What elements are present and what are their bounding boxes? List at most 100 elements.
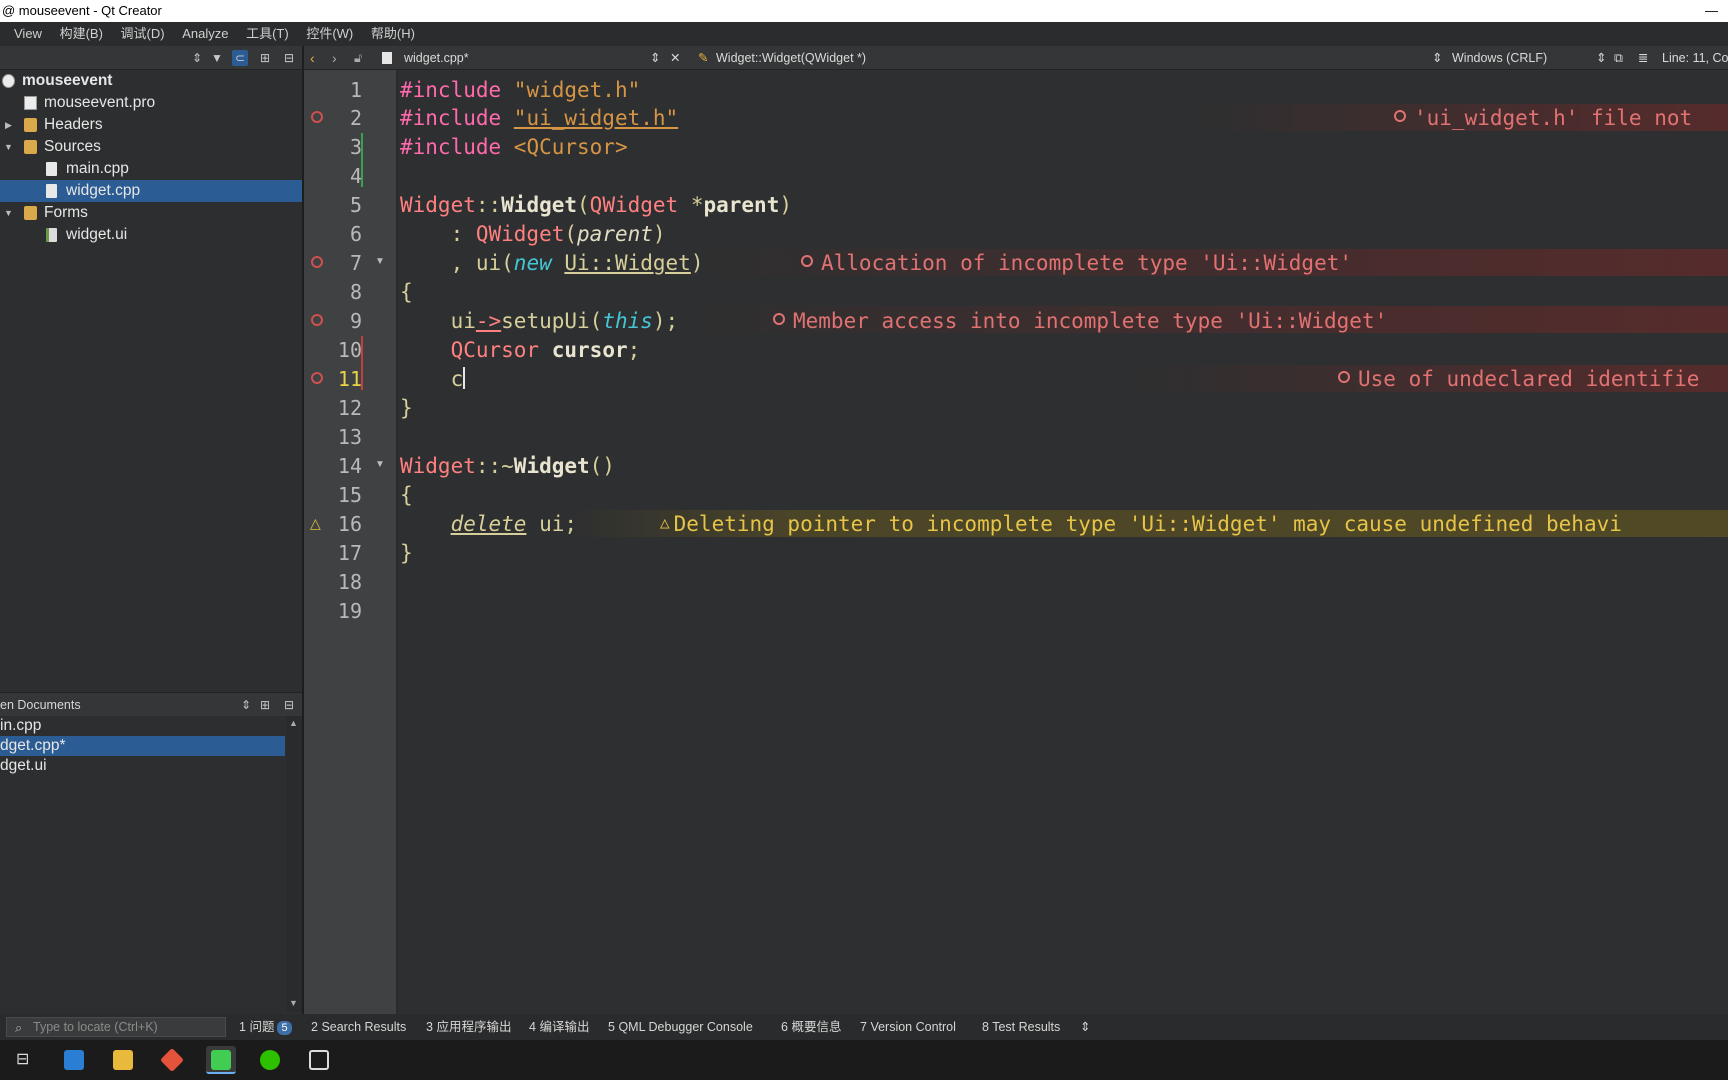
close-file-icon[interactable]: ✕ [670,46,680,70]
code-line: #include "widget.h" [400,78,641,102]
git-icon[interactable] [157,1046,187,1074]
split-icon[interactable]: ⊞ [257,50,273,66]
sort-icon[interactable]: ⇕ [238,697,254,713]
line-number: 13 [337,425,362,449]
output-tab-summary[interactable]: 6 概要信息 [781,1014,841,1040]
project-toolbar: ⇕ ▼ ⊂ ⊞ ⊟ [0,46,302,70]
error-marker-icon[interactable] [311,111,323,123]
line-number: 10 [337,338,362,362]
code-line: { [400,280,413,304]
menu-item-tools[interactable]: 工具(T) [239,22,296,46]
locator-placeholder: Type to locate (Ctrl+K) [33,1020,158,1034]
sort-icon[interactable]: ⇕ [189,50,205,66]
diagnostic-error[interactable]: Use of undeclared identifie [1338,365,1699,394]
output-tabs-arrows-icon[interactable]: ⇕ [1080,1014,1090,1040]
chevron-right-icon[interactable]: ▶ [5,114,12,136]
forward-icon[interactable]: › [332,46,337,70]
error-icon [1338,371,1350,383]
open-document-item[interactable]: dget.ui [0,756,285,776]
code-line: : QWidget(parent) [400,222,666,246]
output-tab-test-results[interactable]: 8 Test Results [982,1014,1060,1040]
tree-item-pro-file[interactable]: mouseevent.pro [0,92,302,114]
chevron-down-icon[interactable]: ▼ [4,202,13,224]
file-icon [46,162,57,176]
code-line: Widget::~Widget() [400,454,615,478]
menu-bar: View 构建(B) 调试(D) Analyze 工具(T) 控件(W) 帮助(… [0,22,1728,46]
task-view-icon[interactable]: ⊟ [9,1046,39,1074]
lock-icon[interactable]: 🔓︎ [354,46,362,70]
menu-item-build[interactable]: 构建(B) [53,22,110,46]
tree-item-main-cpp[interactable]: main.cpp [0,158,302,180]
line-ending-arrows-icon[interactable]: ⇕ [1596,46,1606,70]
error-marker-icon[interactable] [311,314,323,326]
line-number: 14 [337,454,362,478]
chevron-down-icon[interactable]: ▼ [4,136,13,158]
diagnostic-warning[interactable]: △ Deleting pointer to incomplete type 'Ui… [660,510,1622,539]
menu-item-help[interactable]: 帮助(H) [364,22,422,46]
store-icon[interactable] [59,1046,89,1074]
symbol-selector[interactable]: Widget::Widget(QWidget *) [716,46,866,70]
open-documents-scrollbar[interactable]: ▲ ▼ [286,716,302,1012]
close-panel-icon[interactable]: ⊟ [281,697,297,713]
scroll-up-icon[interactable]: ▲ [289,718,298,728]
split-editor-icon[interactable]: ⧉ [1614,46,1623,70]
error-icon [773,313,785,325]
file-selector[interactable]: widget.cpp* [404,46,469,70]
minimize-icon[interactable]: — [1705,0,1718,22]
tree-item-sources[interactable]: ▼ Sources [0,136,302,158]
output-tab-search-results[interactable]: 2 Search Results [311,1014,406,1040]
line-number: 3 [349,135,362,159]
output-tab-issues[interactable]: 1 问题 5 [239,1014,292,1040]
diagnostic-error[interactable]: Allocation of incomplete type 'Ui::Widge… [801,249,1352,278]
line-ending-selector[interactable]: Windows (CRLF) [1452,46,1547,70]
file-selector-arrows-icon[interactable]: ⇕ [650,46,660,70]
video-icon[interactable] [304,1046,334,1074]
output-tab-compile-output[interactable]: 4 编译输出 [529,1014,589,1040]
output-tab-qml-debugger[interactable]: 5 QML Debugger Console [608,1014,753,1040]
code-line: QCursor cursor; [450,338,641,362]
fold-arrow-icon[interactable]: ▼ [375,459,385,470]
close-panel-icon[interactable]: ⊟ [281,50,297,66]
output-tab-version-control[interactable]: 7 Version Control [860,1014,956,1040]
form-file-icon [46,228,57,242]
code-line-current[interactable]: c [400,365,466,394]
warning-marker-icon[interactable]: △ [310,516,321,530]
scroll-down-icon[interactable]: ▼ [289,998,298,1008]
tree-item-forms[interactable]: ▼ Forms [0,202,302,224]
code-line: ui->setupUi(this); [400,309,679,333]
filter-icon[interactable]: ▼ [209,50,225,66]
tree-item-widget-cpp[interactable]: widget.cpp [0,180,302,202]
code-line: Widget::Widget(QWidget *parent) [400,193,792,217]
cursor-position[interactable]: Line: 11, Co [1662,46,1728,70]
tree-item-project[interactable]: mouseevent [0,70,302,92]
open-document-item[interactable]: dget.cpp* [0,736,285,756]
diagnostic-error[interactable]: Member access into incomplete type 'Ui::… [773,307,1387,336]
tree-item-widget-ui[interactable]: widget.ui [0,224,302,246]
error-marker-icon[interactable] [311,256,323,268]
qt-creator-icon[interactable] [206,1046,236,1074]
error-marker-icon[interactable] [311,372,323,384]
locator-input[interactable]: ⌕ Type to locate (Ctrl+K) [6,1017,226,1037]
diagnostic-error[interactable]: 'ui_widget.h' file not [1394,104,1692,133]
wechat-icon[interactable] [255,1046,285,1074]
menu-item-view[interactable]: View [0,22,49,46]
link-icon[interactable]: ⊂ [232,50,248,66]
back-icon[interactable]: ‹ [310,46,315,70]
window-title-bar: @ mouseevent - Qt Creator — [0,0,1728,22]
symbol-selector-arrows-icon[interactable]: ⇕ [1432,46,1442,70]
menu-item-analyze[interactable]: Analyze [175,22,235,46]
output-tab-application-output[interactable]: 3 应用程序输出 [426,1014,511,1040]
text-cursor [463,367,466,389]
split-icon[interactable]: ⊞ [257,697,273,713]
fold-arrow-icon[interactable]: ▼ [375,256,385,267]
outline-icon[interactable]: ≣ [1638,46,1648,70]
issues-count-badge: 5 [277,1021,292,1035]
open-documents-title: en Documents [0,698,81,712]
menu-item-controls[interactable]: 控件(W) [299,22,360,46]
file-explorer-icon[interactable] [108,1046,138,1074]
open-document-item[interactable]: in.cpp [0,716,285,736]
tree-item-headers[interactable]: ▶ Headers [0,114,302,136]
pro-file-icon [24,96,37,110]
code-line: { [400,483,413,507]
menu-item-debug[interactable]: 调试(D) [114,22,172,46]
